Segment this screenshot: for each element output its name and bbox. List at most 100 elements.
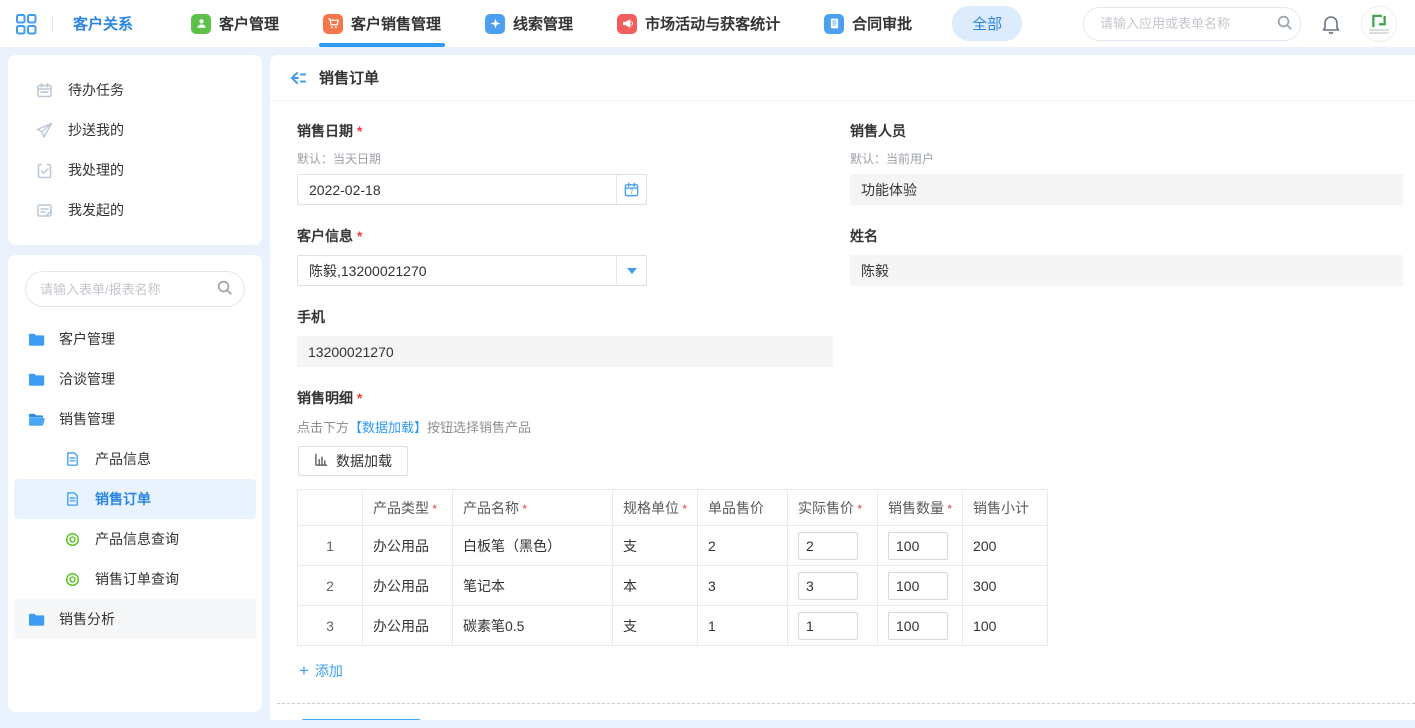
- subtotal-cell: 200: [963, 526, 1048, 566]
- nav-tab-4[interactable]: 合同审批: [824, 0, 912, 47]
- nav-tab-2[interactable]: 线索管理: [485, 0, 573, 47]
- product-name-cell: 碳素笔0.5: [453, 606, 613, 646]
- tree-item-1[interactable]: 洽谈管理: [14, 359, 256, 399]
- tree-item-label: 销售分析: [59, 609, 115, 629]
- table-row-0: 1办公用品白板笔（黑色）支2200: [298, 526, 1048, 566]
- tree-item-5[interactable]: 产品信息查询: [14, 519, 256, 559]
- data-load-label: 数据加载: [336, 451, 392, 471]
- actual-price-input[interactable]: [798, 532, 858, 560]
- customer-label: 客户信息: [297, 226, 833, 246]
- row-index-cell: 2: [298, 566, 363, 606]
- app-search-input[interactable]: [1100, 16, 1276, 31]
- nav-tab-0[interactable]: 客户管理: [191, 0, 279, 47]
- form-search-input[interactable]: [40, 282, 216, 297]
- workspace-name[interactable]: 客户关系: [73, 13, 133, 34]
- task-item-0[interactable]: 待办任务: [8, 70, 262, 110]
- app-search-box[interactable]: [1083, 7, 1301, 41]
- tree-item-0[interactable]: 客户管理: [14, 319, 256, 359]
- actual-price-input[interactable]: [798, 612, 858, 640]
- add-row-button[interactable]: + 添加: [299, 661, 369, 681]
- notification-bell-icon[interactable]: [1321, 13, 1341, 35]
- task-panel: 待办任务抄送我的我处理的我发起的: [8, 55, 262, 245]
- customer-select-value[interactable]: [298, 256, 616, 285]
- tree-item-7[interactable]: 销售分析: [14, 599, 256, 639]
- mobile-label: 手机: [297, 307, 833, 327]
- section-divider: [277, 703, 1415, 704]
- tree-item-label: 产品信息: [95, 449, 151, 469]
- form-area: 销售日期 默认：当天日期 7: [270, 101, 1415, 720]
- sale-date-label: 销售日期: [297, 121, 833, 141]
- task-item-3[interactable]: 我发起的: [8, 190, 262, 230]
- tree-item-label: 销售订单: [95, 489, 151, 509]
- spec-unit-cell: 支: [613, 606, 698, 646]
- actual-price-cell: [788, 566, 878, 606]
- tree-item-label: 客户管理: [59, 329, 115, 349]
- nav-tab-1[interactable]: 客户销售管理: [323, 0, 441, 47]
- name-label: 姓名: [850, 226, 1403, 246]
- all-apps-button[interactable]: 全部: [952, 6, 1022, 41]
- logo-subtext: [1369, 29, 1389, 34]
- calendar-icon: [36, 82, 53, 99]
- form-titlebar: 销售订单: [270, 55, 1415, 101]
- task-item-label: 我发起的: [68, 200, 124, 220]
- company-logo[interactable]: [1361, 6, 1397, 42]
- product-name-cell: 白板笔（黑色）: [453, 526, 613, 566]
- mobile-value: 13200021270: [297, 336, 833, 367]
- tree-item-label: 洽谈管理: [59, 369, 115, 389]
- hint-load-link[interactable]: 【数据加载】: [349, 420, 427, 435]
- bar-chart-icon: [314, 452, 329, 470]
- clipboard-check-icon: [36, 162, 53, 179]
- task-item-label: 我处理的: [68, 160, 124, 180]
- field-mobile: 手机 13200021270: [297, 307, 833, 367]
- search-icon[interactable]: [216, 279, 233, 299]
- app-grid-icon[interactable]: [14, 12, 38, 36]
- tree-item-4[interactable]: 销售订单: [14, 479, 256, 519]
- tree-item-2[interactable]: 销售管理: [14, 399, 256, 439]
- tree-item-label: 销售订单查询: [95, 569, 179, 589]
- task-item-2[interactable]: 我处理的: [8, 150, 262, 190]
- task-item-1[interactable]: 抄送我的: [8, 110, 262, 150]
- customer-select[interactable]: [297, 255, 647, 286]
- sale-date-hint: 默认：当天日期: [297, 150, 833, 167]
- sale-qty-input[interactable]: [888, 532, 948, 560]
- calendar-button[interactable]: 7: [616, 175, 646, 204]
- salesperson-label: 销售人员: [850, 121, 1403, 141]
- sale-date-input[interactable]: [298, 175, 616, 204]
- nav-tab-3[interactable]: 市场活动与获客统计: [617, 0, 780, 47]
- field-customer: 客户信息: [297, 226, 833, 286]
- topbar-right: [1083, 6, 1397, 42]
- chevron-down-icon: [627, 268, 637, 274]
- nav-tab-label: 客户管理: [219, 13, 279, 34]
- form-tree: 客户管理洽谈管理销售管理产品信息销售订单产品信息查询销售订单查询销售分析: [8, 319, 262, 639]
- tree-item-label: 产品信息查询: [95, 529, 179, 549]
- name-value: 陈毅: [850, 255, 1403, 286]
- sale-qty-input[interactable]: [888, 572, 948, 600]
- submit-button[interactable]: 提交: [300, 719, 422, 720]
- spark-icon: [485, 14, 505, 34]
- search-icon[interactable]: [1276, 14, 1293, 34]
- subtotal-cell: 100: [963, 606, 1048, 646]
- actual-price-cell: [788, 606, 878, 646]
- sale-qty-input[interactable]: [888, 612, 948, 640]
- dropdown-button[interactable]: [616, 256, 646, 285]
- product-type-cell: 办公用品: [363, 566, 453, 606]
- col-header-2: 产品名称 *: [453, 490, 613, 526]
- product-name-cell: 笔记本: [453, 566, 613, 606]
- task-item-label: 抄送我的: [68, 120, 124, 140]
- tree-item-3[interactable]: 产品信息: [14, 439, 256, 479]
- table-row-1: 2办公用品笔记本本3300: [298, 566, 1048, 606]
- form-search-box[interactable]: [25, 271, 245, 307]
- back-icon[interactable]: [288, 68, 308, 88]
- query-icon: [64, 531, 81, 548]
- sidebar: 待办任务抄送我的我处理的我发起的 客户管理洽谈管理销售管理产品信息销售订单产品信…: [8, 55, 262, 712]
- megaphone-icon: [617, 14, 637, 34]
- user-icon: [191, 14, 211, 34]
- doc-page-icon: [64, 491, 81, 508]
- actual-price-input[interactable]: [798, 572, 858, 600]
- plus-icon: +: [299, 664, 309, 678]
- main-content: 销售订单 销售日期 默认：当天日期 7: [270, 55, 1415, 720]
- tree-item-6[interactable]: 销售订单查询: [14, 559, 256, 599]
- table-row-2: 3办公用品碳素笔0.5支1100: [298, 606, 1048, 646]
- salesperson-hint: 默认：当前用户: [850, 150, 1403, 167]
- data-load-button[interactable]: 数据加载: [298, 446, 408, 476]
